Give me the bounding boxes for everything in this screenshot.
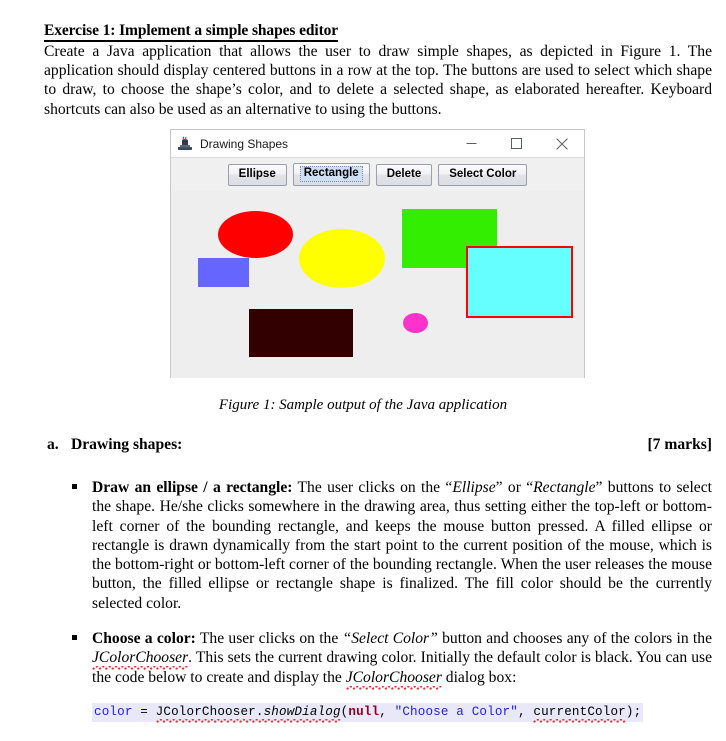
bullet-1-em-2: Rectangle	[533, 479, 596, 496]
select-color-button[interactable]: Select Color	[438, 163, 528, 186]
section-a-marks: [7 marks]	[647, 436, 712, 453]
shape-toolbar: Ellipse Rectangle Delete Select Color	[171, 158, 584, 191]
section-a-header: a. Drawing shapes: [7 marks]	[47, 436, 712, 454]
minimize-icon[interactable]	[449, 130, 494, 157]
bullet-square-icon	[72, 635, 77, 640]
ellipse-button-label: Ellipse	[238, 167, 276, 180]
section-a-title: Drawing shapes:	[71, 436, 183, 453]
java-coffee-cup-icon	[177, 135, 193, 152]
bullet-choose-color: Choose a color: The user clicks on the “…	[72, 629, 712, 690]
window-titlebar: Drawing Shapes	[171, 130, 584, 158]
window-title: Drawing Shapes	[200, 136, 289, 151]
intro-paragraph: Create a Java application that allows th…	[44, 43, 712, 118]
bullet-2-text-4: dialog box:	[441, 668, 517, 686]
delete-button[interactable]: Delete	[375, 163, 433, 186]
bullet-1-text-2: ” or “	[495, 479, 534, 496]
bullet-2-term: Choose a color:	[92, 630, 196, 647]
java-app-window: Drawing Shapes Ellipse Rectangle Delete …	[170, 129, 585, 378]
drawing-canvas[interactable]	[171, 191, 584, 378]
code-method: showDialog	[263, 705, 341, 723]
rectangle-button-label: Rectangle	[299, 166, 363, 182]
close-icon[interactable]	[539, 130, 584, 157]
bullet-1-text-1: The user clicks on the “	[292, 479, 453, 496]
bullet-1-text-3: ” buttons to select the shape. He/she cl…	[92, 479, 712, 612]
code-snippet: color = JColorChooser.showDialog(null, "…	[92, 703, 644, 723]
bullet-1-em-1: Ellipse	[452, 479, 496, 496]
maximize-icon[interactable]	[494, 130, 539, 157]
document-page: Exercise 1: Implement a simple shapes ed…	[0, 0, 726, 741]
code-comma-2: ,	[517, 705, 534, 719]
bullet-2-em-1: “Select Color”	[342, 630, 438, 647]
bullet-2-misspelled-1: JColorChooser	[92, 649, 189, 670]
code-comma-1: ,	[379, 705, 395, 719]
rectangle-button[interactable]: Rectangle	[292, 163, 370, 186]
red-ellipse[interactable]	[218, 211, 293, 258]
bullet-2-misspelled-2: JColorChooser	[345, 668, 442, 690]
window-controls	[449, 130, 584, 157]
cyan-rectangle[interactable]	[466, 246, 573, 318]
exercise-heading: Exercise 1: Implement a simple shapes ed…	[44, 22, 338, 42]
code-null-literal: null	[348, 705, 380, 719]
code-close: );	[625, 705, 642, 719]
section-a-label: a.	[47, 436, 59, 453]
exercise-heading-text: Exercise 1: Implement a simple shapes ed…	[44, 22, 338, 42]
select-color-button-label: Select Color	[449, 167, 517, 180]
code-current-color-arg: currentColor	[533, 705, 626, 723]
code-assign: =	[132, 705, 156, 719]
code-string-literal: "Choose a Color"	[394, 705, 518, 719]
bullet-2-text-2: button and chooses any of the colors in …	[437, 630, 712, 647]
delete-button-label: Delete	[386, 167, 422, 180]
ellipse-button[interactable]: Ellipse	[227, 163, 287, 186]
yellow-ellipse[interactable]	[299, 229, 385, 288]
figure-caption: Figure 1: Sample output of the Java appl…	[218, 397, 508, 413]
code-variable: color	[94, 705, 133, 719]
magenta-ellipse[interactable]	[403, 313, 428, 333]
blue-rectangle[interactable]	[198, 258, 249, 287]
bullet-draw-shape: Draw an ellipse / a rectangle: The user …	[72, 478, 712, 613]
bullet-2-text-1: The user clicks on the	[195, 630, 343, 647]
code-class-ref: JColorChooser.	[155, 705, 264, 723]
bullet-1-term: Draw an ellipse / a rectangle:	[92, 479, 293, 496]
maroon-rectangle[interactable]	[249, 309, 353, 357]
bullet-square-icon	[72, 484, 77, 489]
